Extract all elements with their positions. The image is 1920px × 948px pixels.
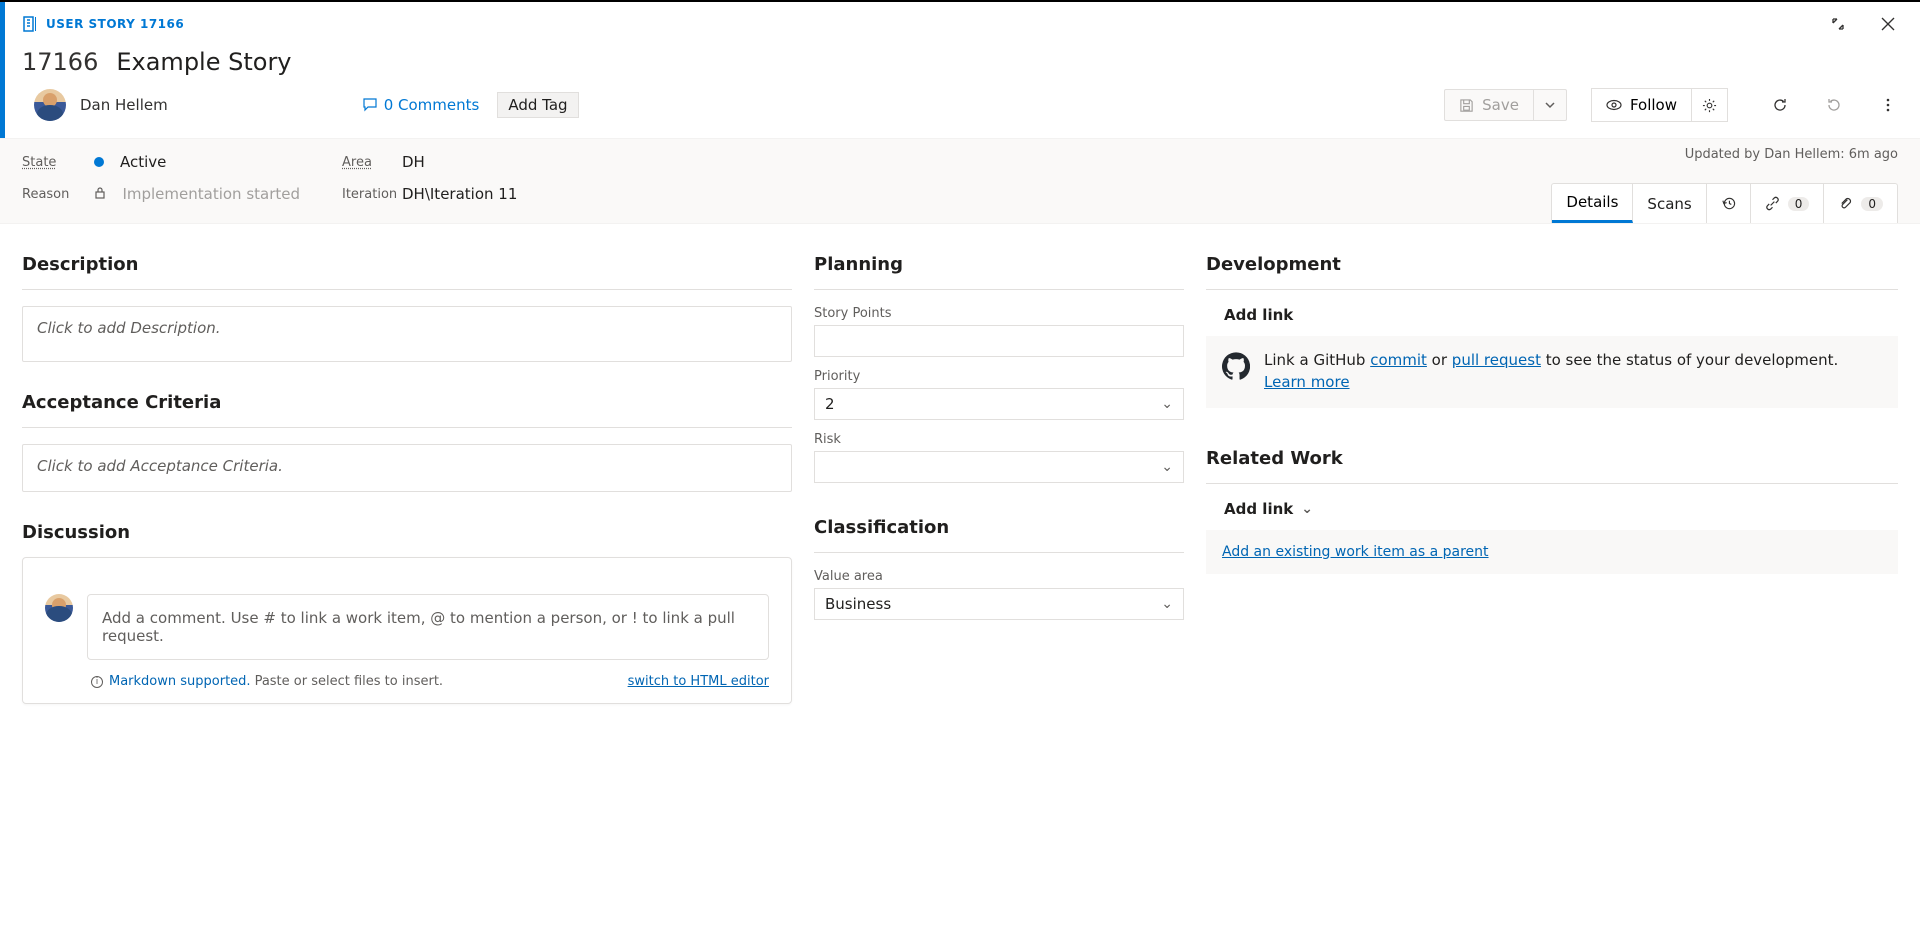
link-icon (1765, 196, 1780, 211)
dev-info-prefix: Link a GitHub (1264, 351, 1370, 369)
add-existing-parent-link[interactable]: Add an existing work item as a parent (1222, 544, 1489, 560)
chevron-down-icon: ⌄ (1161, 596, 1173, 612)
story-points-input[interactable] (814, 325, 1184, 357)
state-dot-icon (94, 157, 104, 167)
refresh-button[interactable] (1764, 89, 1796, 121)
tab-attachments[interactable]: 0 (1824, 184, 1897, 223)
state-field-label: State (22, 155, 82, 170)
workitem-tabs: Details Scans 0 0 (1551, 183, 1898, 223)
links-count-badge: 0 (1788, 197, 1810, 211)
description-input[interactable]: Click to add Description. (22, 306, 792, 362)
close-icon[interactable] (1872, 8, 1904, 40)
paste-hint: Paste or select files to insert. (255, 674, 444, 689)
story-points-label: Story Points (814, 306, 1184, 321)
discussion-heading: Discussion (22, 522, 792, 543)
user-story-icon (22, 16, 38, 32)
related-add-link[interactable]: Add link ⌄ (1206, 500, 1898, 518)
github-icon (1222, 352, 1250, 380)
priority-value: 2 (825, 395, 835, 413)
description-heading: Description (22, 254, 792, 275)
save-button-group: Save (1444, 89, 1567, 121)
configure-button[interactable] (1692, 88, 1728, 122)
tab-links[interactable]: 0 (1751, 184, 1825, 223)
priority-label: Priority (814, 369, 1184, 384)
history-icon (1721, 196, 1736, 211)
value-area-select[interactable]: Business ⌄ (814, 588, 1184, 620)
reason-field-value[interactable]: Implementation started (82, 185, 342, 203)
value-area-label: Value area (814, 569, 1184, 584)
current-user-avatar (45, 594, 73, 622)
reason-field-label: Reason (22, 187, 82, 202)
learn-more-link[interactable]: Learn more (1264, 373, 1350, 391)
iteration-field-value[interactable]: DH\Iteration 11 (402, 185, 702, 203)
iteration-field-label: Iteration (342, 187, 402, 202)
area-field-value[interactable]: DH (402, 153, 702, 171)
tab-scans[interactable]: Scans (1633, 184, 1706, 223)
risk-label: Risk (814, 432, 1184, 447)
lock-icon (94, 187, 108, 199)
state-field-value[interactable]: Active (82, 153, 342, 171)
more-actions-button[interactable] (1872, 89, 1904, 121)
planning-heading: Planning (814, 254, 1184, 275)
related-work-heading: Related Work (1206, 448, 1898, 469)
work-item-title[interactable]: Example Story (116, 48, 291, 76)
area-field-label: Area (342, 155, 402, 170)
comment-input[interactable]: Add a comment. Use # to link a work item… (87, 594, 769, 660)
assignee-name[interactable]: Dan Hellem (80, 96, 168, 114)
markdown-supported-link[interactable]: Markdown supported. (109, 674, 251, 689)
save-dropdown-button[interactable] (1534, 90, 1566, 120)
revert-button[interactable] (1818, 89, 1850, 121)
add-tag-button[interactable]: Add Tag (497, 92, 578, 118)
value-area-value: Business (825, 595, 891, 613)
save-button[interactable]: Save (1445, 90, 1534, 120)
dev-info-or: or (1427, 351, 1452, 369)
comments-count-label: 0 Comments (384, 96, 480, 114)
info-icon: i (91, 676, 103, 688)
dialog-accent-bar (0, 2, 5, 145)
switch-editor-link[interactable]: switch to HTML editor (628, 674, 769, 689)
pull-request-link[interactable]: pull request (1452, 351, 1541, 369)
tab-history[interactable] (1707, 184, 1751, 223)
development-heading: Development (1206, 254, 1898, 275)
follow-button-label: Follow (1630, 96, 1677, 114)
commit-link[interactable]: commit (1370, 351, 1427, 369)
chevron-down-icon: ⌄ (1161, 459, 1173, 475)
assignee-avatar[interactable] (34, 89, 66, 121)
dev-info-suffix: to see the status of your development. (1541, 351, 1838, 369)
risk-select[interactable]: ⌄ (814, 451, 1184, 483)
classification-heading: Classification (814, 517, 1184, 538)
save-button-label: Save (1482, 96, 1519, 114)
updated-info[interactable]: Updated by Dan Hellem: 6m ago (1685, 147, 1898, 162)
work-item-id: 17166 (22, 48, 98, 76)
development-add-link[interactable]: Add link (1206, 306, 1898, 324)
development-info-card: Link a GitHub commit or pull request to … (1206, 336, 1898, 408)
work-item-type-label: USER STORY 17166 (46, 17, 184, 31)
priority-select[interactable]: 2 ⌄ (814, 388, 1184, 420)
comments-link[interactable]: 0 Comments (362, 96, 480, 114)
chevron-down-icon: ⌄ (1161, 396, 1173, 412)
attachment-icon (1838, 196, 1853, 211)
acceptance-input[interactable]: Click to add Acceptance Criteria. (22, 444, 792, 492)
restore-window-icon[interactable] (1822, 8, 1854, 40)
attachments-count-badge: 0 (1861, 197, 1883, 211)
acceptance-heading: Acceptance Criteria (22, 392, 792, 413)
follow-button[interactable]: Follow (1591, 88, 1692, 122)
tab-details[interactable]: Details (1552, 184, 1633, 223)
chevron-down-icon: ⌄ (1301, 501, 1313, 517)
